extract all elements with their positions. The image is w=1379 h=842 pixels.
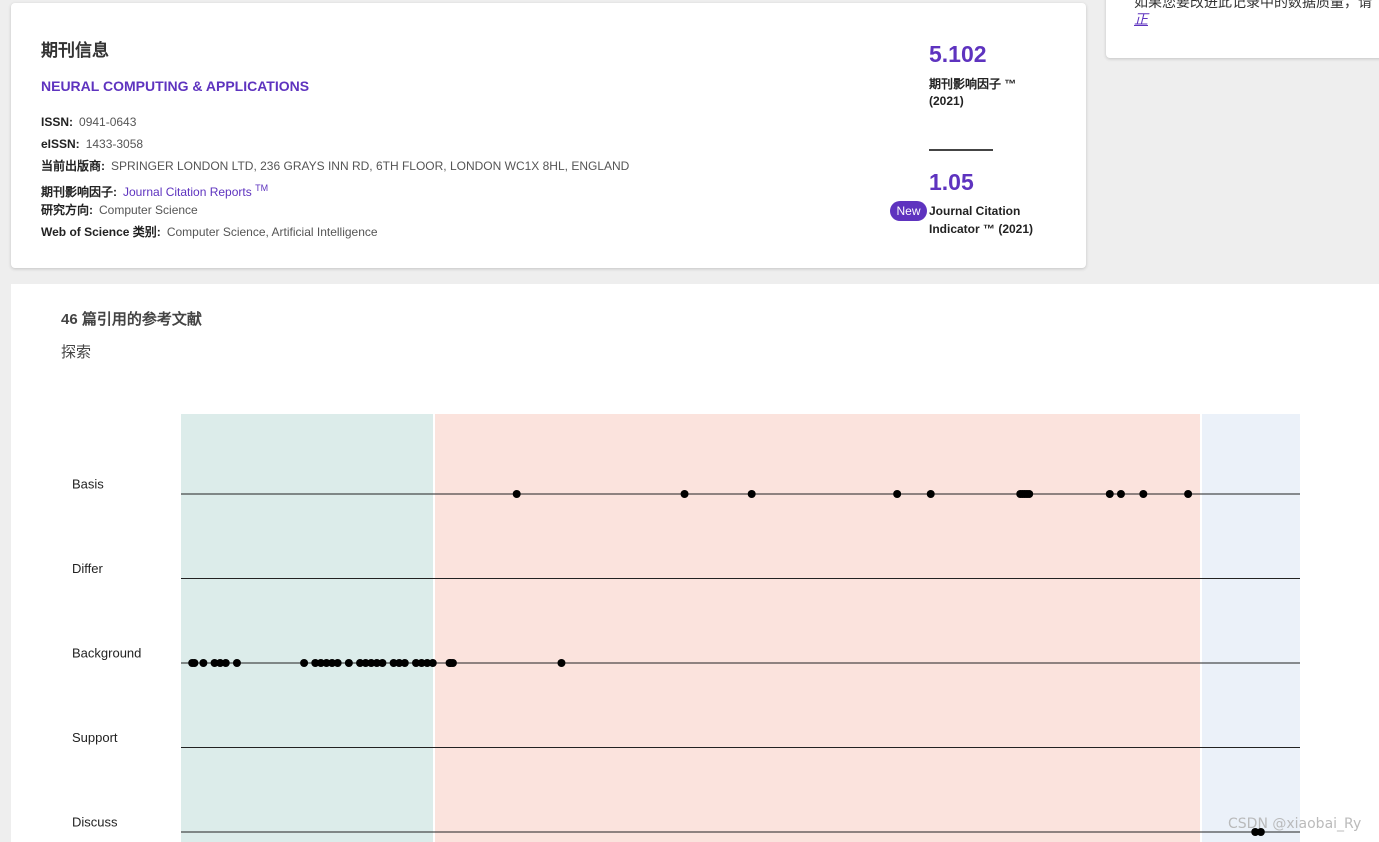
citation-point bbox=[926, 490, 935, 498]
jif-value: 5.102 bbox=[929, 41, 987, 67]
publisher-row: 当前出版商: SPRINGER LONDON LTD, 236 GRAYS INN… bbox=[41, 155, 629, 177]
wos-value: Computer Science, Artificial Intelligenc… bbox=[166, 225, 378, 239]
journal-details: ISSN: 0941-0643 eISSN: 1433-3058 当前出版商: SPR… bbox=[41, 111, 629, 243]
citation-point bbox=[893, 490, 902, 498]
citation-point bbox=[378, 659, 387, 667]
citation-point bbox=[512, 490, 521, 498]
citation-point bbox=[1116, 490, 1125, 498]
citation-point bbox=[428, 659, 437, 667]
citation-point bbox=[557, 659, 566, 667]
chart-region-3 bbox=[1202, 414, 1300, 842]
citation-point bbox=[1105, 490, 1114, 498]
jci-caption-line2: Indicator ™ (2021) bbox=[929, 222, 1034, 236]
research-row: 研究方向: Computer Science bbox=[41, 199, 629, 221]
citation-context-chart: Basis Differ Background Support Discuss bbox=[72, 414, 1300, 842]
issn-label: ISSN: bbox=[41, 115, 74, 129]
research-label: 研究方向: bbox=[41, 203, 93, 217]
citation-point bbox=[190, 659, 199, 667]
issn-value: 0941-0643 bbox=[79, 115, 137, 129]
eissn-value: 1433-3058 bbox=[85, 137, 144, 151]
citation-point bbox=[1184, 490, 1193, 498]
research-value: Computer Science bbox=[99, 203, 198, 217]
row-label-differ: Differ bbox=[72, 561, 103, 576]
jci-value: 1.05 bbox=[929, 169, 974, 195]
citation-point bbox=[1139, 490, 1148, 498]
cited-references-panel: 46 篇引用的参考文献 探索 Basis Differ Background Supp… bbox=[11, 284, 1379, 842]
wos-label: Web of Science 类别: bbox=[41, 225, 161, 239]
citation-point bbox=[400, 659, 409, 667]
jif-caption-line1: 期刊影响因子 ™ bbox=[929, 77, 1017, 91]
citation-point bbox=[680, 490, 689, 498]
citation-point bbox=[333, 659, 342, 667]
jif-label: 期刊影响因子: bbox=[41, 185, 117, 199]
citation-point bbox=[221, 659, 230, 667]
watermark: CSDN @xiaobai_Ry bbox=[1228, 816, 1362, 832]
issn-row: ISSN: 0941-0643 bbox=[41, 111, 629, 133]
journal-info-card: 期刊信息 NEURAL COMPUTING & APPLICATIONS ISS… bbox=[11, 3, 1086, 268]
citation-point bbox=[1025, 490, 1034, 498]
row-label-basis: Basis bbox=[72, 477, 104, 492]
side-feedback-card: 如果您要改进此记录中的数据质量，请 正 bbox=[1106, 0, 1379, 58]
chart-region-1 bbox=[181, 414, 433, 842]
row-label-discuss: Discuss bbox=[72, 815, 118, 830]
tm-mark: TM bbox=[255, 183, 269, 193]
metric-divider bbox=[929, 149, 993, 151]
jif-caption-line2: (2021) bbox=[929, 94, 964, 108]
side-feedback-link[interactable]: 正 bbox=[1134, 9, 1148, 29]
citation-point bbox=[232, 659, 241, 667]
wos-row: Web of Science 类别: Computer Science, Arti… bbox=[41, 221, 629, 243]
citation-point bbox=[747, 490, 756, 498]
row-label-background: Background bbox=[72, 646, 141, 661]
jcr-link[interactable]: Journal Citation Reports bbox=[123, 185, 252, 199]
citation-point bbox=[199, 659, 208, 667]
publisher-label: 当前出版商: bbox=[41, 159, 105, 173]
row-label-support: Support bbox=[72, 730, 118, 745]
jif-caption: 期刊影响因子 ™ (2021) bbox=[929, 76, 1049, 110]
side-feedback-text: 如果您要改进此记录中的数据质量，请 bbox=[1134, 0, 1372, 10]
citation-point bbox=[300, 659, 309, 667]
jci-caption-line1: Journal Citation bbox=[929, 204, 1021, 218]
eissn-label: eISSN: bbox=[41, 137, 80, 151]
citation-point bbox=[448, 659, 457, 667]
citation-point bbox=[344, 659, 353, 667]
chart-region-2 bbox=[435, 414, 1200, 842]
jif-row: 期刊影响因子: Journal Citation Reports TM bbox=[41, 177, 629, 199]
publisher-value: SPRINGER LONDON LTD, 236 GRAYS INN RD, 6… bbox=[111, 159, 630, 173]
journal-info-title: 期刊信息 bbox=[41, 41, 109, 60]
journal-name-link[interactable]: NEURAL COMPUTING & APPLICATIONS bbox=[41, 78, 309, 94]
new-badge: New bbox=[890, 201, 927, 221]
jci-caption: Journal Citation Indicator ™ (2021) bbox=[929, 202, 1059, 238]
eissn-row: eISSN: 1433-3058 bbox=[41, 133, 629, 155]
